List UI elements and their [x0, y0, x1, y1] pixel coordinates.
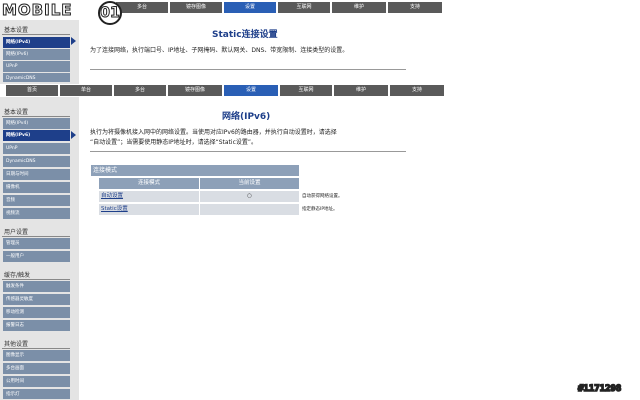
top-page-description: 为了连接网络，执行端口号、IP地址、子网掩码、默认网关、DNS、带宽限制、连接类…: [90, 47, 349, 54]
divider: [2, 236, 70, 237]
tab-multi[interactable]: 多台: [114, 85, 166, 96]
tab-support[interactable]: 支持: [390, 85, 444, 96]
tab-maintenance[interactable]: 维护: [332, 2, 386, 13]
sidebar-item-upnp[interactable]: UPnP: [3, 143, 70, 154]
top-section-basic: 基本设置: [4, 27, 29, 34]
section-other-settings: 其他设置: [4, 341, 29, 348]
tab-settings[interactable]: 设置: [224, 85, 278, 96]
sidebar-item-ipv4[interactable]: 网络(IPv4): [3, 118, 70, 129]
tab-maintenance[interactable]: 维护: [334, 85, 388, 96]
section-basic-settings: 基本设置: [4, 109, 29, 116]
table-row: 自动设置: [99, 191, 199, 202]
sidebar-item-ipv6[interactable]: 网络(IPv6): [3, 130, 70, 141]
tab-support[interactable]: 支持: [388, 2, 442, 13]
column-header-mode: 连接模式: [99, 178, 199, 189]
row-note: 指定静态IP地址。: [302, 207, 338, 212]
sidebar-item-sensor-sensitivity[interactable]: 传感器灵敏度: [3, 294, 70, 305]
tab-stored-images[interactable]: 镜存图像: [170, 2, 222, 13]
tab-single[interactable]: 单台: [60, 85, 112, 96]
sidebar-item-alarm-log[interactable]: 报警日志: [3, 320, 70, 331]
divider: [90, 69, 406, 70]
divider: [2, 279, 70, 280]
sidebar-item-admin[interactable]: 管理员: [3, 238, 70, 249]
sidebar-item-video-stream[interactable]: 视频流: [3, 208, 70, 219]
tab-internet[interactable]: 互联网: [278, 2, 330, 13]
sidebar-item-datetime[interactable]: 日期与时间: [3, 169, 70, 180]
divider: [2, 348, 70, 349]
mobile01-logo-circle: 01: [98, 1, 122, 25]
tab-home[interactable]: 首页: [6, 85, 58, 96]
top-sidebar-item-upnp[interactable]: UPnP: [3, 61, 70, 72]
sidebar-item-indicator[interactable]: 指示灯: [3, 389, 70, 399]
column-header-current: 当前设置: [200, 178, 299, 189]
top-page-title: Static连接设置: [212, 30, 278, 40]
main-tab-bar: 首页 单台 多台 镜存图像 设置 互联网 维护 支持: [0, 84, 640, 96]
current-setting-cell: [200, 204, 299, 215]
top-sidebar-item-ddns[interactable]: DynamicDNS: [3, 73, 70, 82]
sidebar-item-ddns[interactable]: DynamicDNS: [3, 156, 70, 167]
section-user-settings: 用户设置: [4, 229, 29, 236]
sidebar-item-general-user[interactable]: 一般用户: [3, 251, 70, 262]
table-row: Static设置: [99, 204, 199, 215]
divider: [2, 34, 70, 35]
sidebar-item-trigger-condition[interactable]: 触发条件: [3, 281, 70, 292]
table-title: 连接模式: [91, 165, 299, 176]
divider: [90, 151, 406, 152]
tab-settings[interactable]: 设置: [224, 2, 276, 13]
sidebar-item-multi-screen[interactable]: 多台画面: [3, 363, 70, 374]
main-sidebar: 基本设置 网络(IPv4) 网络(IPv6) UPnP DynamicDNS 日…: [0, 97, 79, 400]
top-sidebar: 基本设置 网络(IPv4) 网络(IPv6) UPnP DynamicDNS: [0, 20, 79, 84]
page-title: 网络(IPv6): [222, 112, 271, 122]
sidebar-item-camera[interactable]: 摄像机: [3, 182, 70, 193]
top-sidebar-item-ipv6[interactable]: 网络(IPv6): [3, 49, 70, 60]
sidebar-item-motion-detect[interactable]: 移动检测: [3, 307, 70, 318]
arrow-right-icon: [71, 131, 76, 139]
auto-setting-link[interactable]: 自动设置: [101, 193, 123, 199]
section-cache-trigger: 缓存/触发: [4, 272, 31, 279]
row-note: 自动获得网络设置。: [302, 194, 343, 199]
tab-stored-images[interactable]: 镜存图像: [168, 85, 222, 96]
tab-internet[interactable]: 互联网: [280, 85, 332, 96]
sidebar-item-common-time[interactable]: 公用时间: [3, 376, 70, 387]
current-setting-cell: ○: [200, 191, 299, 202]
sidebar-item-audio[interactable]: 音频: [3, 195, 70, 206]
divider: [2, 116, 70, 117]
arrow-right-icon: [71, 37, 76, 45]
top-sidebar-item-ipv4[interactable]: 网络(IPv4): [3, 37, 70, 48]
sidebar-item-image-display[interactable]: 图像显示: [3, 350, 70, 361]
page-description-line1: 执行为将摄像机接入网中的网络设置。当使用对应IPv6的路由器，并执行自动设置时，…: [90, 129, 337, 136]
watermark: #1171298: [577, 383, 622, 395]
page-description-line2: “自动设置”；当需要使用静态IP地址时，请选择“Static设置”。: [90, 139, 257, 146]
static-setting-link[interactable]: Static设置: [101, 206, 128, 212]
